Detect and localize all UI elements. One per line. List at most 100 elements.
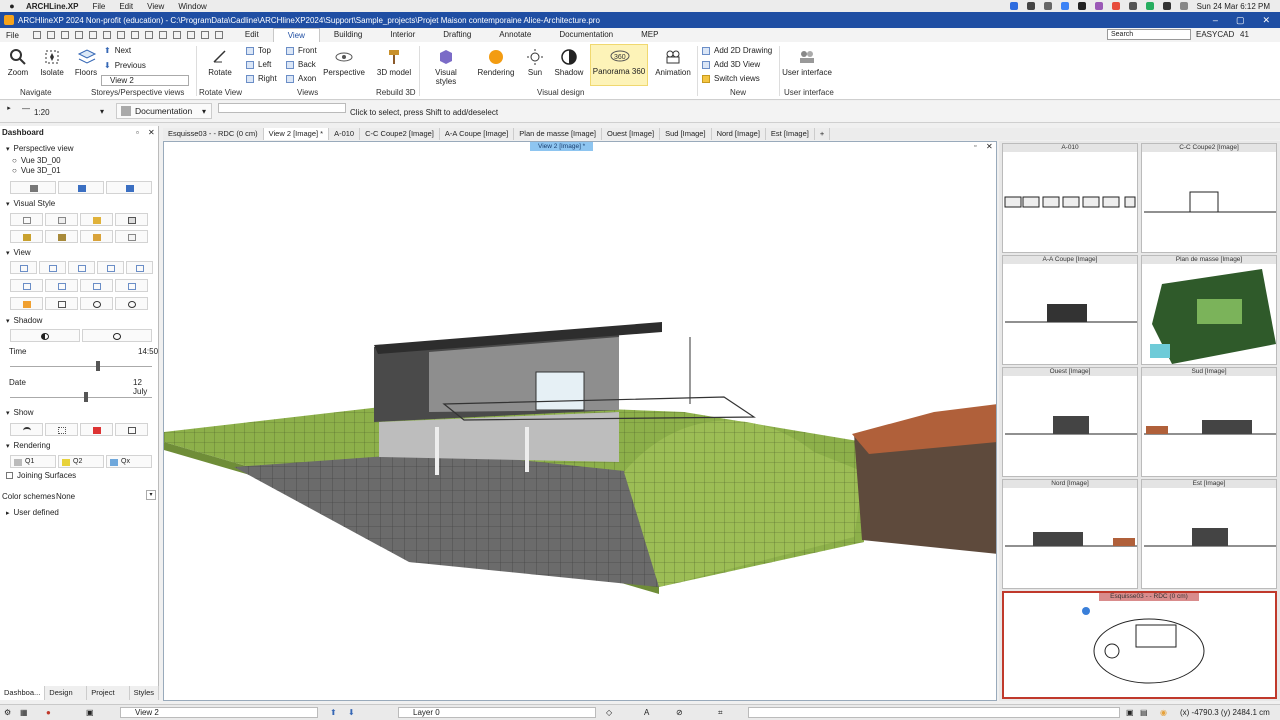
notification-count[interactable]: 41	[1240, 30, 1249, 39]
ortho-icon[interactable]: ▤	[1140, 708, 1148, 717]
menubar-clock[interactable]: Sun 24 Mar 6:12 PM	[1197, 2, 1270, 11]
shadow-button[interactable]: Shadow	[554, 46, 584, 77]
hide-lines-button[interactable]	[115, 423, 148, 436]
view-right-button[interactable]	[97, 261, 124, 274]
time-slider-thumb[interactable]	[95, 361, 100, 371]
previous-button[interactable]: ⬇ Previous	[104, 61, 146, 70]
view-tab[interactable]: Esquisse03 - - RDC (0 cm)	[163, 128, 264, 140]
new-icon[interactable]	[32, 31, 41, 39]
layer-settings-icon[interactable]: ◇	[606, 708, 612, 717]
section-user-defined[interactable]: ▸ User defined	[6, 508, 59, 517]
pen-icon[interactable]	[200, 31, 209, 39]
quality-qx-button[interactable]: Qx	[106, 455, 152, 468]
close-icon[interactable]: ✕	[1262, 15, 1270, 26]
minimize-icon[interactable]: –	[1213, 15, 1218, 26]
shaded-style-button[interactable]	[80, 213, 113, 226]
user-interface-button[interactable]: User interface	[782, 46, 832, 77]
chevron-down-icon[interactable]: ▾	[146, 490, 156, 500]
pin-icon[interactable]: ▫	[136, 128, 139, 137]
print-icon[interactable]	[102, 31, 111, 39]
date-slider-track[interactable]	[10, 397, 152, 398]
scale-value[interactable]: 1:20	[34, 108, 50, 117]
menubar-view[interactable]: View	[147, 2, 164, 11]
show-arcs-button[interactable]	[10, 423, 43, 436]
select-icon[interactable]: ▣	[86, 708, 94, 717]
project-navigator-tab[interactable]: Project n...	[87, 686, 130, 711]
styles-tab[interactable]: Styles	[130, 686, 159, 700]
tab-drafting[interactable]: Drafting	[429, 28, 485, 42]
tray-app-icon[interactable]	[1111, 2, 1120, 10]
front-view-button[interactable]: Front	[286, 46, 317, 55]
camera-view-button[interactable]	[10, 181, 56, 194]
tray-app-icon[interactable]	[1094, 2, 1103, 10]
tab-interior[interactable]: Interior	[376, 28, 429, 42]
wireframe-style-button[interactable]	[10, 213, 43, 226]
grid-icon[interactable]	[172, 31, 181, 39]
show-texture-button[interactable]	[45, 423, 78, 436]
view-tab[interactable]: Ouest [Image]	[602, 128, 661, 140]
thumbnail-aa-coupe[interactable]: A-A Coupe [Image]	[1002, 255, 1138, 365]
sun-button[interactable]: Sun	[524, 46, 546, 77]
record-icon[interactable]: ●	[46, 708, 51, 717]
tab-building[interactable]: Building	[320, 28, 376, 42]
chevron-down-icon[interactable]: ▾	[202, 107, 206, 116]
switch-views-button[interactable]: Switch views	[702, 74, 760, 83]
measure-icon[interactable]: ⌗	[718, 708, 723, 718]
tray-app-icon[interactable]	[1128, 2, 1137, 10]
view-tab[interactable]: C-C Coupe2 [Image]	[360, 128, 440, 140]
view-top-button[interactable]	[10, 261, 37, 274]
floors-button[interactable]: Floors	[73, 46, 99, 77]
wifi-icon[interactable]	[1162, 2, 1171, 10]
shadow-off-button[interactable]	[82, 329, 152, 342]
thumbnail-est[interactable]: Est [Image]	[1141, 479, 1277, 589]
add-3d-view-button[interactable]: Add 3D View	[702, 60, 760, 69]
tray-app-icon[interactable]	[1145, 2, 1154, 10]
view-select-dropdown[interactable]: View 2	[101, 75, 189, 86]
lock-icon[interactable]: ▣	[1126, 708, 1134, 717]
section-view[interactable]: ▾ View	[6, 248, 31, 257]
thumbnail-cc-coupe2[interactable]: C-C Coupe2 [Image]	[1141, 143, 1277, 253]
zoom-extents-button[interactable]	[10, 297, 43, 310]
materials-style-button[interactable]	[80, 230, 113, 243]
file-tab[interactable]: File	[0, 31, 25, 40]
tray-app-icon[interactable]	[1026, 2, 1035, 10]
menubar-app-name[interactable]: ARCHLine.XP	[26, 2, 78, 11]
shaded-edges-style-button[interactable]	[115, 213, 148, 226]
rendering-button[interactable]: Rendering	[476, 46, 516, 77]
snap-icon[interactable]	[158, 31, 167, 39]
view-left-button[interactable]	[68, 261, 95, 274]
tab-annotate[interactable]: Annotate	[485, 28, 545, 42]
date-slider-thumb[interactable]	[83, 392, 88, 402]
axon-nw-button[interactable]	[115, 279, 148, 292]
view-tab[interactable]: Sud [Image]	[660, 128, 712, 140]
save-icon[interactable]	[60, 31, 69, 39]
textured-style-button[interactable]	[45, 230, 78, 243]
zoom-out-button[interactable]	[80, 297, 113, 310]
view-tab[interactable]: A-010	[329, 128, 361, 140]
menubar-window[interactable]: Window	[178, 2, 206, 11]
snap-icon[interactable]: ⊘	[676, 708, 683, 717]
sketch-style-button[interactable]	[115, 230, 148, 243]
tray-app-icon[interactable]	[1009, 2, 1018, 10]
axon-view-button[interactable]: Axon	[286, 74, 316, 83]
view-front-button[interactable]	[39, 261, 66, 274]
documentation-dropdown[interactable]: Documentation	[116, 103, 212, 119]
back-view-button[interactable]: Back	[286, 60, 316, 69]
more-icon[interactable]	[214, 31, 223, 39]
command-input[interactable]	[218, 103, 346, 113]
thumbnail-sud[interactable]: Sud [Image]	[1141, 367, 1277, 477]
tab-edit[interactable]: Edit	[231, 28, 273, 42]
text-icon[interactable]: A	[644, 708, 649, 717]
vue-3d-01-radio[interactable]: ○ Vue 3D_01	[12, 166, 61, 175]
time-slider-track[interactable]	[10, 366, 152, 367]
quality-q2-button[interactable]: Q2	[58, 455, 104, 468]
view-tab[interactable]: Plan de masse [Image]	[514, 128, 602, 140]
section-visual-style[interactable]: ▾ Visual Style	[6, 199, 55, 208]
visual-styles-button[interactable]: Visual styles	[424, 46, 468, 86]
zoom-window-button[interactable]	[45, 297, 78, 310]
axon-sw-button[interactable]	[10, 279, 43, 292]
left-view-button[interactable]: Left	[246, 60, 271, 69]
view-back-button[interactable]	[126, 261, 153, 274]
view-tab[interactable]: Nord [Image]	[712, 128, 766, 140]
section-rendering[interactable]: ▾ Rendering	[6, 441, 50, 450]
